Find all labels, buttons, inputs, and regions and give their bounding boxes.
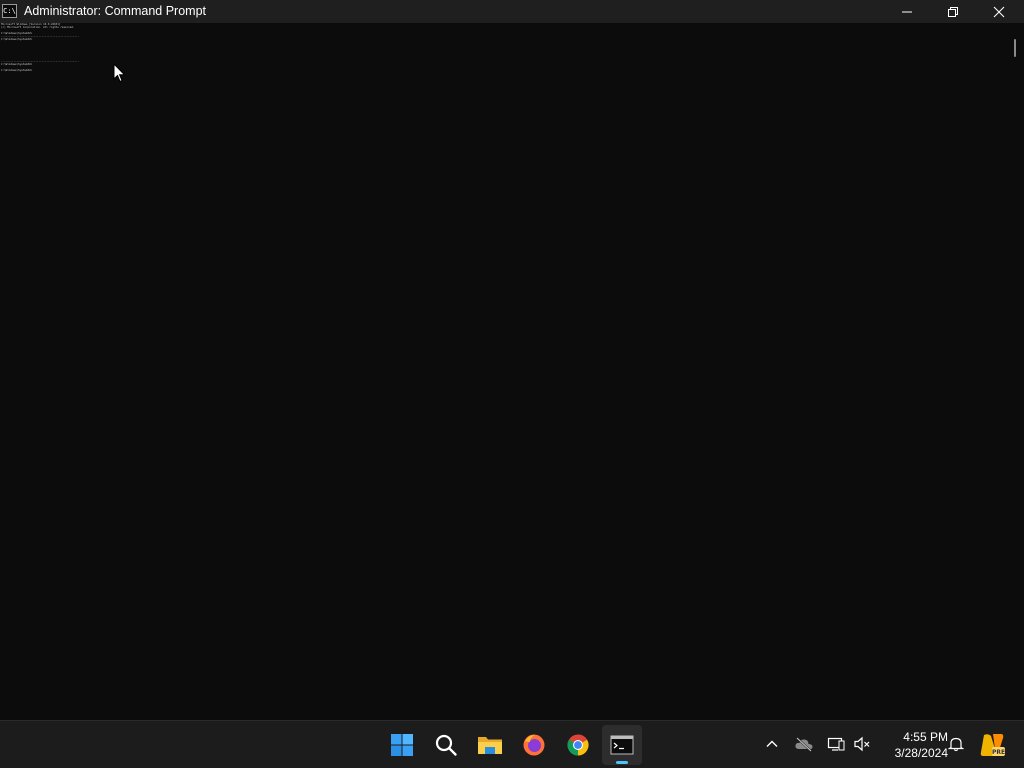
restore-button[interactable] [930,0,976,23]
network-tray-button[interactable] [825,733,847,755]
windows-logo-icon [391,734,413,756]
console-line: C:\Windows\System32> [1,69,33,73]
scrollbar-thumb[interactable] [1014,39,1016,57]
firefox-button[interactable] [514,725,554,765]
system-clock[interactable]: 4:55 PM 3/28/2024 [878,729,948,761]
command-prompt-taskbar-button[interactable] [602,725,642,765]
network-icon [827,737,845,751]
show-hidden-icons-button[interactable] [761,733,783,755]
title-bar[interactable]: C:\ Administrator: Command Prompt [0,0,1024,23]
svg-text:PRE: PRE [992,749,1005,756]
clock-date: 3/28/2024 [894,746,948,760]
clock-time: 4:55 PM [903,730,948,744]
vertical-scrollbar[interactable] [1006,23,1024,720]
file-explorer-button[interactable] [470,725,510,765]
minimize-icon [902,11,912,12]
start-button[interactable] [382,725,422,765]
console-area[interactable]: Microsoft Windows [Version 10.0.22631] (c… [0,23,1004,720]
minimize-button[interactable] [884,0,930,23]
restore-icon [948,6,958,17]
console-line: (c) Microsoft Corporation. All rights re… [1,26,75,30]
notifications-button[interactable] [945,733,967,755]
bell-icon [948,737,964,752]
cloud-offline-icon [795,737,813,752]
chrome-button[interactable] [558,725,598,765]
volume-tray-button[interactable] [851,733,873,755]
window-title: Administrator: Command Prompt [24,4,207,18]
copilot-icon[interactable]: PRE [978,731,1006,759]
close-icon [993,6,1005,17]
taskbar: 4:55 PM 3/28/2024 PRE [0,720,1024,768]
close-button[interactable] [976,0,1022,23]
folder-icon [478,737,502,754]
active-app-indicator [616,761,628,764]
chrome-icon [567,734,589,756]
console-output: Microsoft Windows [Version 10.0.22631] (c… [1,23,79,73]
command-prompt-window: C:\ Administrator: Command Prompt Micros… [0,0,1024,720]
chevron-up-icon [766,740,778,747]
onedrive-tray-button[interactable] [793,733,815,755]
terminal-icon [610,735,634,755]
volume-muted-icon [854,736,870,752]
search-button[interactable] [426,725,466,765]
mouse-pointer-icon [113,63,126,83]
firefox-icon [523,734,545,756]
cmd-app-icon[interactable]: C:\ [2,4,17,18]
search-icon [435,734,457,756]
